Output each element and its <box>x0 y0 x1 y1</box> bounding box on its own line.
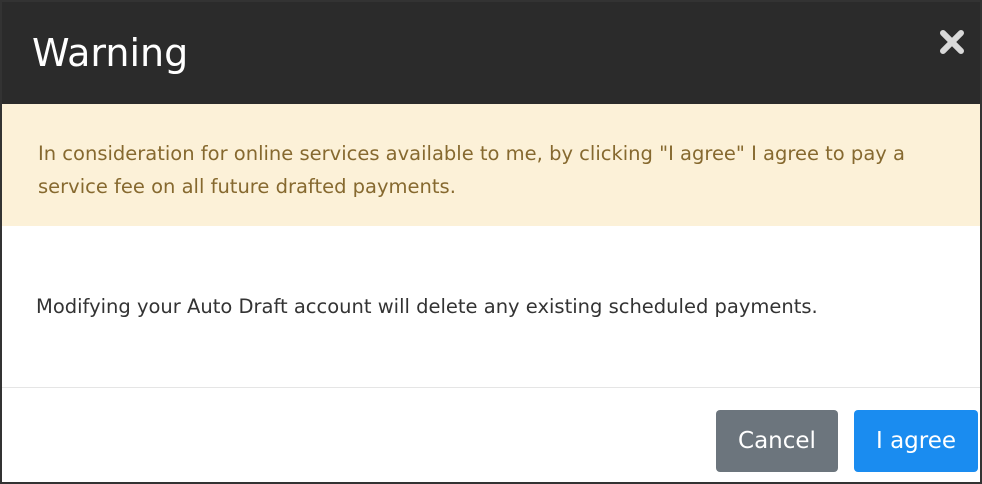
cancel-button[interactable]: Cancel <box>716 410 838 472</box>
warning-alert: In consideration for online services ava… <box>2 104 980 226</box>
body-message: Modifying your Auto Draft account will d… <box>36 295 818 318</box>
dialog-header: Warning <box>2 2 980 104</box>
agree-button[interactable]: I agree <box>854 410 978 472</box>
warning-message: In consideration for online services ava… <box>38 142 905 198</box>
close-button[interactable] <box>938 28 966 56</box>
dialog-title: Warning <box>32 31 189 75</box>
footer-divider <box>2 387 980 388</box>
warning-dialog: Warning In consideration for online serv… <box>0 0 982 484</box>
close-icon <box>940 30 964 54</box>
